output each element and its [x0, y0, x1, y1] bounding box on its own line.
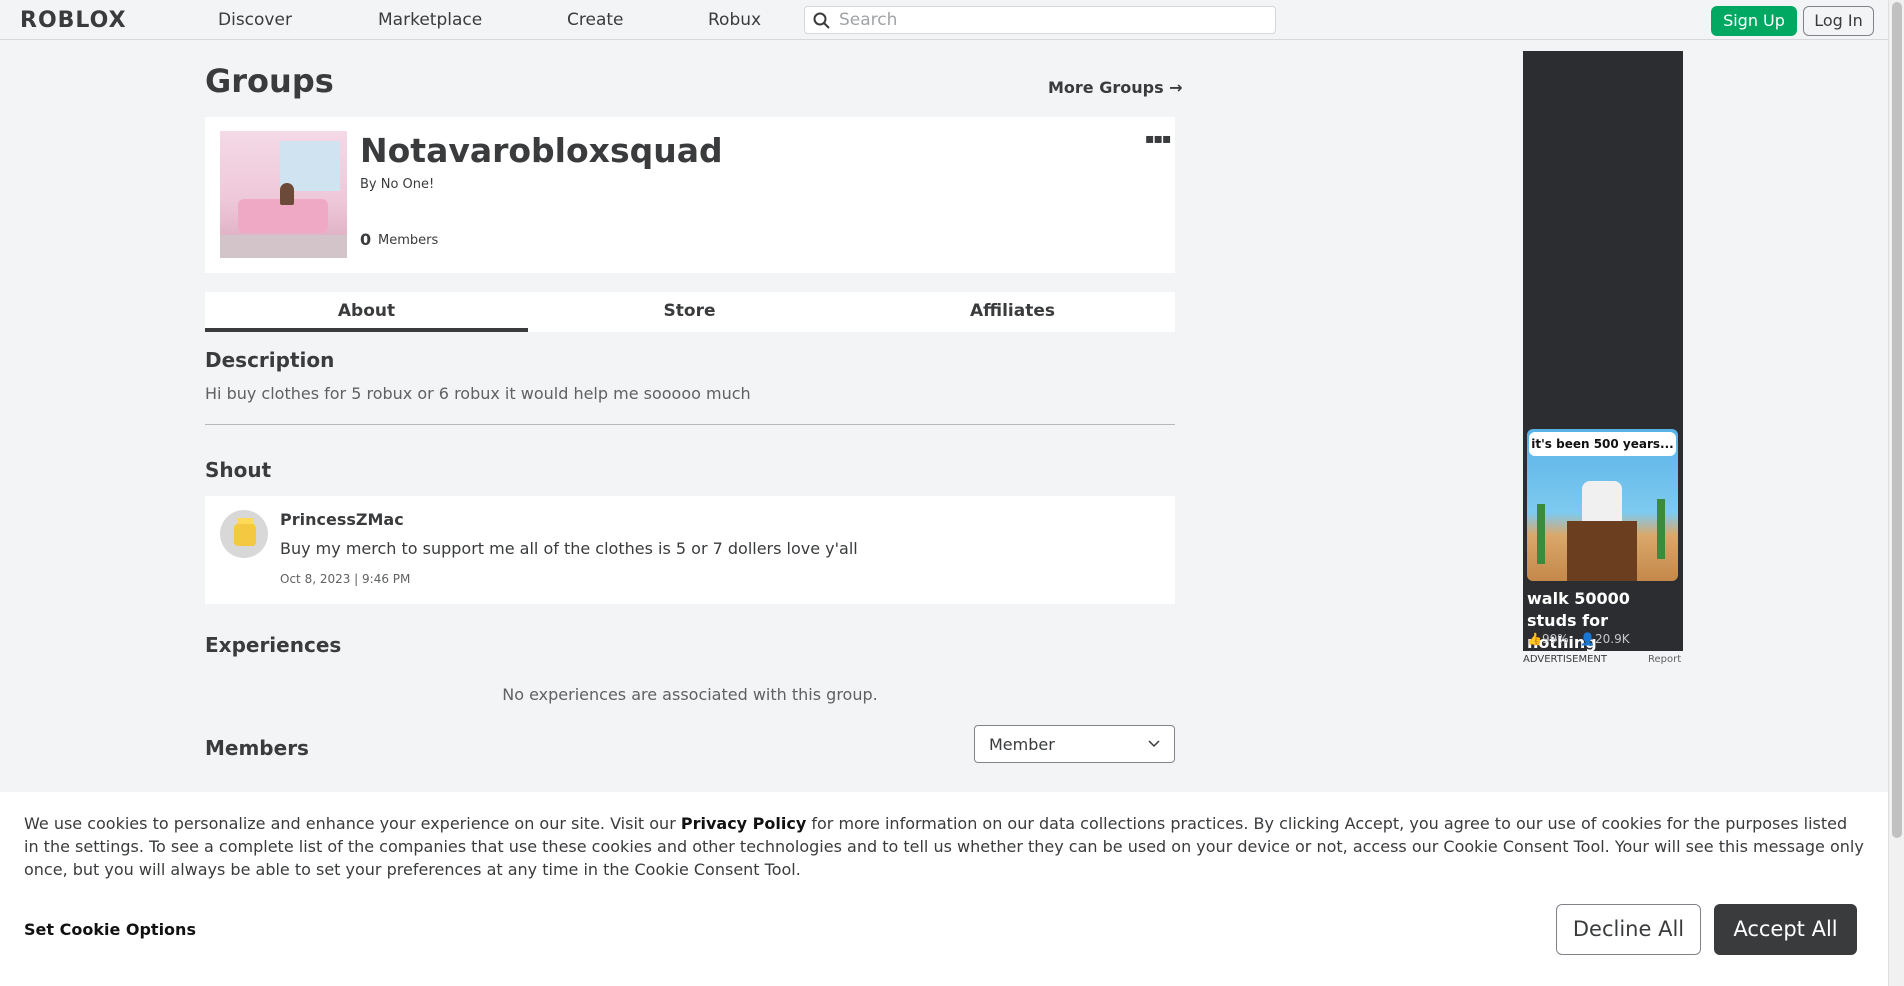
nav-discover[interactable]: Discover [218, 10, 292, 30]
tab-about[interactable]: About [205, 292, 528, 332]
roblox-logo[interactable]: ROBLOX [20, 8, 127, 33]
search-icon [813, 12, 830, 29]
ad-report-link[interactable]: Report [1648, 654, 1681, 665]
nav-create[interactable]: Create [567, 10, 624, 30]
player-icon: 👤 [1580, 632, 1596, 646]
cookie-message: We use cookies to personalize and enhanc… [24, 812, 1864, 881]
avatar[interactable] [220, 510, 268, 558]
login-button[interactable]: Log In [1803, 6, 1874, 36]
ad-rating: 99% [1541, 632, 1569, 646]
members-count: 0 [360, 230, 372, 249]
scrollbar-thumb[interactable] [1892, 2, 1902, 838]
shout-card: PrincessZMac Buy my merch to support me … [205, 496, 1175, 604]
group-name: Notavarobloxsquad [360, 131, 723, 170]
more-groups-link[interactable]: More Groups → [1048, 78, 1183, 97]
nav-marketplace[interactable]: Marketplace [378, 10, 482, 30]
section-divider [205, 424, 1175, 425]
more-options-icon[interactable]: ▪▪▪ [1145, 131, 1171, 147]
ad-speech-bubble: it's been 500 years... [1529, 432, 1676, 456]
search-input[interactable] [839, 9, 1259, 31]
tab-affiliates[interactable]: Affiliates [851, 292, 1174, 332]
role-select-value: Member [989, 735, 1055, 754]
thumbs-up-icon: 👍 [1527, 632, 1542, 646]
top-nav: ROBLOX Discover Marketplace Create Robux… [0, 0, 1888, 40]
page-title: Groups [205, 62, 334, 100]
ad-label: ADVERTISEMENT [1523, 654, 1608, 665]
page-scrollbar[interactable] [1888, 0, 1904, 986]
shout-username[interactable]: PrincessZMac [280, 510, 404, 529]
shout-heading: Shout [205, 458, 272, 482]
privacy-policy-link[interactable]: Privacy Policy [681, 814, 806, 833]
group-emblem-image [220, 131, 347, 258]
group-owner: By No One! [360, 177, 435, 192]
no-experiences-text: No experiences are associated with this … [502, 685, 878, 704]
advertisement[interactable]: it's been 500 years... walk 50000 studs … [1523, 51, 1683, 652]
role-select-dropdown[interactable]: Member [974, 725, 1175, 763]
nav-robux[interactable]: Robux [708, 10, 761, 30]
set-cookie-options-link[interactable]: Set Cookie Options [24, 920, 196, 939]
shout-date: Oct 8, 2023 | 9:46 PM [280, 572, 411, 586]
search-box [804, 6, 1276, 34]
group-tabs: About Store Affiliates [205, 292, 1175, 332]
cookie-banner: We use cookies to personalize and enhanc… [0, 792, 1888, 986]
ad-stats: 👍99% 👤20.9K [1527, 632, 1630, 646]
cookie-text-part1: We use cookies to personalize and enhanc… [24, 814, 681, 833]
members-label: Members [378, 233, 439, 248]
group-description: Hi buy clothes for 5 robux or 6 robux it… [205, 384, 751, 403]
members-heading: Members [205, 736, 309, 760]
ad-image[interactable]: it's been 500 years... [1527, 429, 1678, 581]
description-heading: Description [205, 348, 335, 372]
experiences-heading: Experiences [205, 633, 342, 657]
chevron-down-icon [1148, 740, 1160, 748]
decline-all-button[interactable]: Decline All [1556, 904, 1701, 955]
signup-button[interactable]: Sign Up [1711, 6, 1797, 36]
group-header-card: Notavarobloxsquad By No One! 0 Members ▪… [205, 117, 1175, 273]
ad-players: 20.9K [1595, 632, 1630, 646]
accept-all-button[interactable]: Accept All [1714, 904, 1857, 955]
tab-store[interactable]: Store [528, 292, 851, 332]
shout-message: Buy my merch to support me all of the cl… [280, 539, 858, 558]
